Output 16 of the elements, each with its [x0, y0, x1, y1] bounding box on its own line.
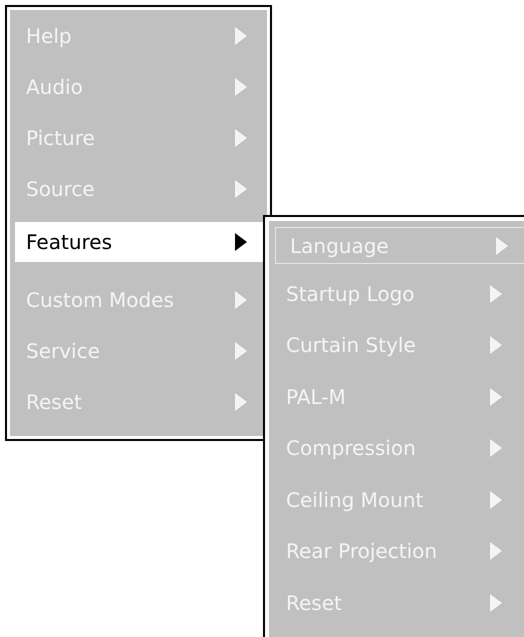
- arrow-icon: [235, 180, 247, 198]
- arrow-icon: [490, 284, 502, 303]
- arrow-icon: [490, 439, 502, 458]
- arrow-icon: [490, 490, 502, 509]
- arrow-icon: [235, 392, 247, 410]
- arrow-icon: [490, 542, 502, 560]
- arrow-icon: [235, 233, 247, 251]
- arrow-icon: [496, 236, 508, 254]
- arrow-icon: [490, 388, 502, 406]
- arrow-icon: [235, 78, 247, 96]
- arrow-icon: [235, 290, 247, 308]
- arrow-icon: [490, 336, 502, 354]
- arrow-icon: [235, 128, 247, 146]
- arrow-icon: [235, 26, 247, 44]
- arrow-icon: [490, 594, 502, 612]
- arrow-icon: [235, 342, 247, 360]
